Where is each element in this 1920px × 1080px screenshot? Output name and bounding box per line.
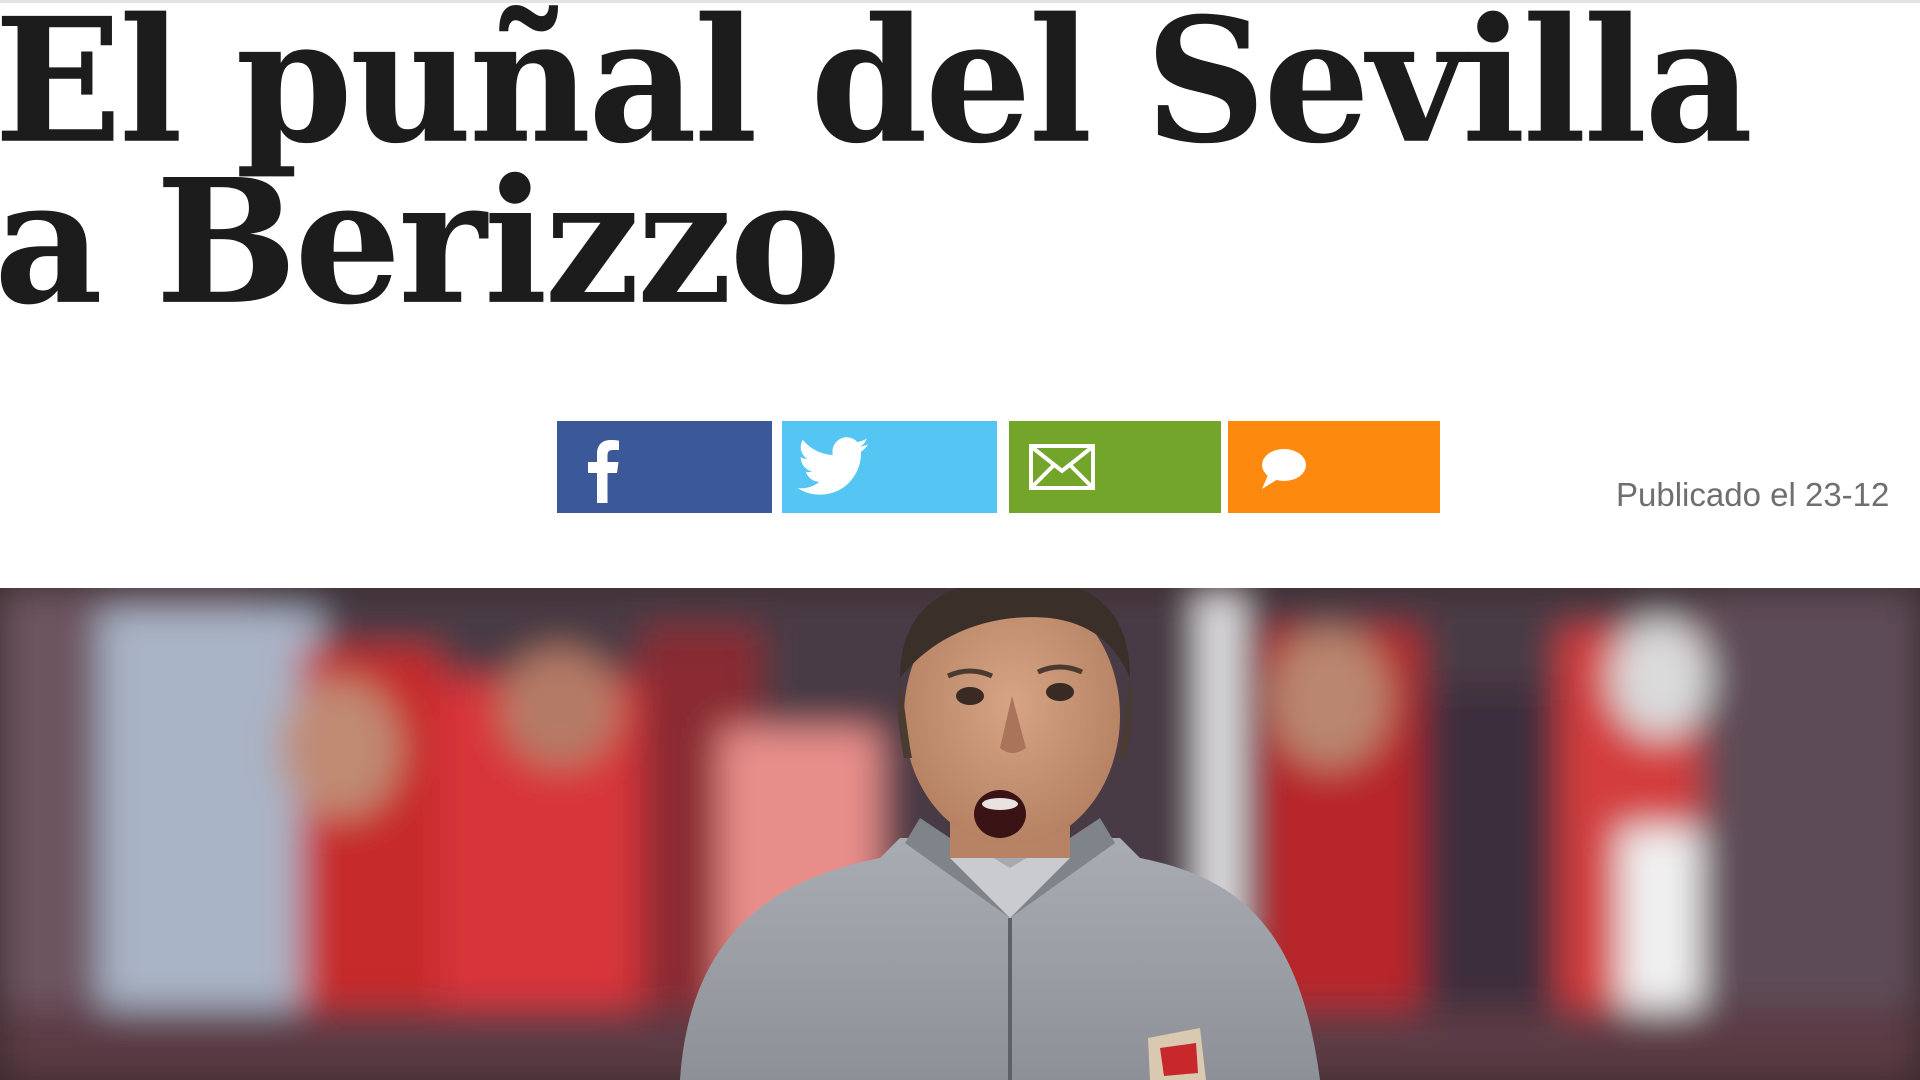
- email-share-button[interactable]: [1009, 421, 1221, 513]
- twitter-icon: [798, 437, 869, 495]
- article-headline: El puñal del Sevilla a Berizzo: [0, 0, 1753, 343]
- comment-icon: [1262, 449, 1306, 489]
- facebook-icon: [588, 440, 619, 503]
- article-photo: [0, 588, 1920, 1080]
- mail-icon: [1029, 444, 1095, 490]
- comments-button[interactable]: [1228, 421, 1440, 513]
- publish-date: Publicado el 23-12: [1616, 476, 1890, 513]
- facebook-share-button[interactable]: [557, 421, 772, 513]
- twitter-share-button[interactable]: [782, 421, 997, 513]
